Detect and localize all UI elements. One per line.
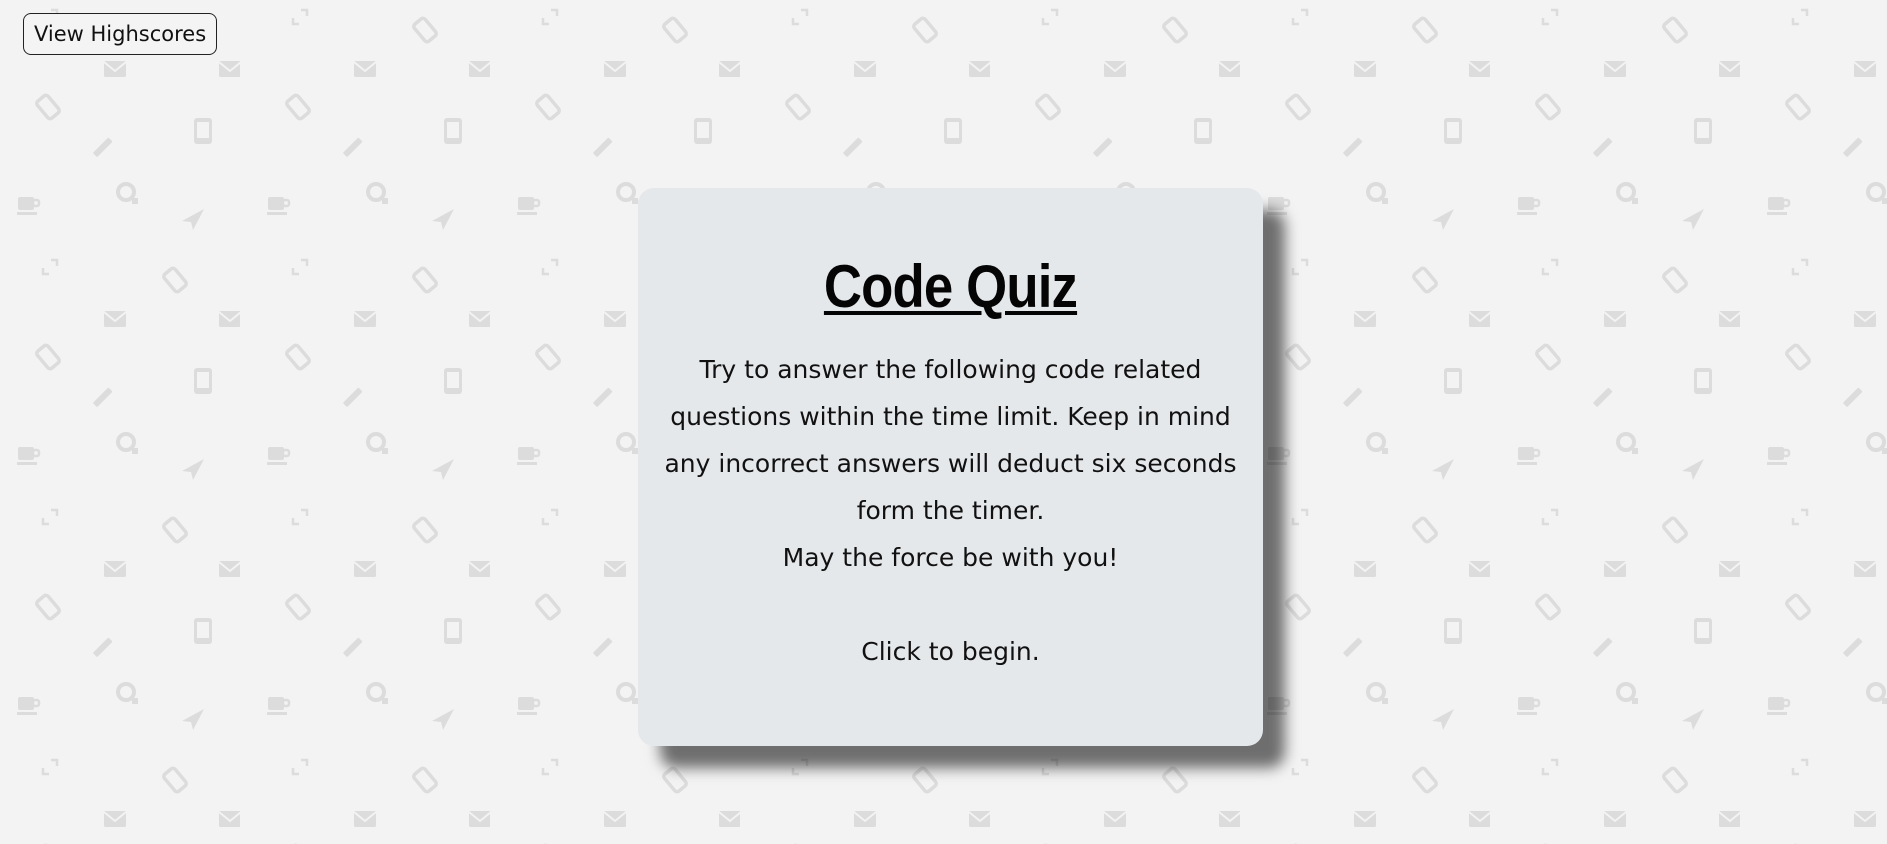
start-quiz-link[interactable]: Click to begin. [656, 628, 1245, 675]
page-title: Code Quiz [823, 253, 1078, 320]
quiz-motto-text: May the force be with you! [782, 543, 1119, 572]
quiz-intro-card: Code Quiz Try to answer the following co… [638, 188, 1263, 746]
quiz-instructions-block: Try to answer the following code related… [656, 346, 1245, 675]
view-highscores-button[interactable]: View Highscores [23, 13, 218, 55]
quiz-instructions-text: Try to answer the following code related… [664, 355, 1237, 525]
